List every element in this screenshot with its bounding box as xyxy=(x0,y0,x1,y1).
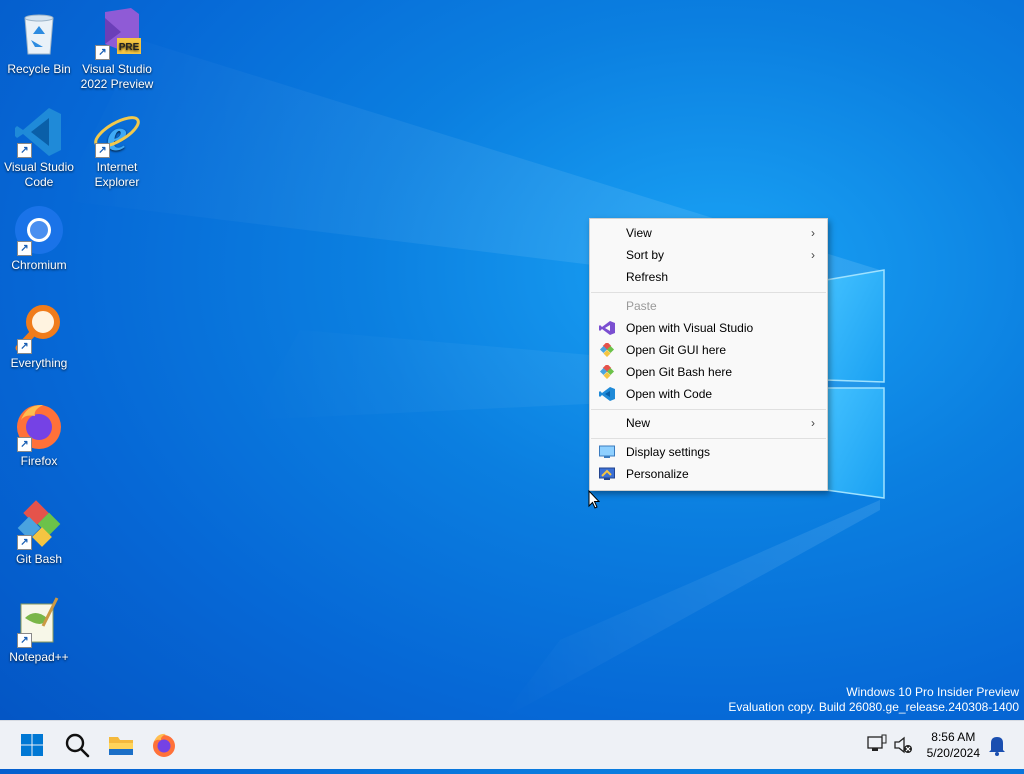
desktop-icon-label: Firefox xyxy=(20,454,58,468)
shortcut-arrow-icon: ↗ xyxy=(17,437,32,452)
shortcut-arrow-icon: ↗ xyxy=(17,535,32,550)
menu-item-new[interactable]: New › xyxy=(590,412,827,434)
desktop-icon-recycle-bin[interactable]: Recycle Bin xyxy=(1,6,77,77)
shortcut-arrow-icon: ↗ xyxy=(17,339,32,354)
menu-item-label: Open Git Bash here xyxy=(626,365,733,379)
clock-date: 5/20/2024 xyxy=(926,746,980,760)
desktop-icon-label: Git Bash xyxy=(15,552,63,566)
menu-item-view[interactable]: View › xyxy=(590,222,827,244)
desktop-icon-vscode[interactable]: ↗ Visual Studio Code xyxy=(1,104,77,190)
svg-text:PRE: PRE xyxy=(119,42,140,53)
search-button[interactable] xyxy=(61,729,93,761)
menu-item-paste: Paste xyxy=(590,295,827,317)
menu-item-label: Paste xyxy=(626,299,657,313)
menu-item-open-visual-studio[interactable]: Open with Visual Studio xyxy=(590,317,827,339)
firefox-icon xyxy=(153,733,175,757)
chevron-right-icon: › xyxy=(811,226,815,240)
menu-item-personalize[interactable]: Personalize xyxy=(590,463,827,485)
menu-item-label: New xyxy=(626,416,651,430)
menu-item-label: Display settings xyxy=(626,445,711,459)
menu-item-sort-by[interactable]: Sort by › xyxy=(590,244,827,266)
menu-item-label: Open with Code xyxy=(626,387,713,401)
clock-time: 8:56 AM xyxy=(931,730,976,744)
desktop-icon-label: Internet Explorer xyxy=(94,160,140,189)
shortcut-arrow-icon: ↗ xyxy=(95,143,110,158)
menu-item-label: View xyxy=(626,226,652,240)
chevron-right-icon: › xyxy=(811,248,815,262)
desktop-icon-label: Chromium xyxy=(11,258,67,272)
shortcut-arrow-icon: ↗ xyxy=(17,241,32,256)
network-icon xyxy=(867,734,887,751)
taskbar: 8:56 AM 5/20/2024 xyxy=(0,720,1024,769)
firefox-taskbar-button[interactable] xyxy=(148,729,180,761)
display-settings-icon xyxy=(599,445,615,458)
desktop-icon-label: Visual Studio Code xyxy=(4,160,74,189)
watermark-edition: Windows 10 Pro Insider Preview xyxy=(846,685,1019,699)
shortcut-arrow-icon: ↗ xyxy=(17,633,32,648)
start-button[interactable] xyxy=(16,729,48,761)
notification-bell-icon xyxy=(989,737,1005,756)
menu-item-open-with-code[interactable]: Open with Code xyxy=(590,383,827,405)
evaluation-watermark: Windows 10 Pro Insider Preview Evaluatio… xyxy=(728,685,1019,715)
recycle-bin-icon xyxy=(24,14,54,55)
desktop-icon-firefox[interactable]: ↗ Firefox xyxy=(1,398,77,469)
chevron-right-icon: › xyxy=(811,416,815,430)
watermark-build: Evaluation copy. Build 26080.ge_release.… xyxy=(728,700,1019,714)
menu-separator xyxy=(591,438,826,439)
desktop-icon-chromium[interactable]: ↗ Chromium xyxy=(1,202,77,273)
file-explorer-icon xyxy=(109,737,133,755)
git-gui-icon xyxy=(599,343,615,357)
desktop-icon-label: Everything xyxy=(10,356,68,370)
menu-item-open-git-gui[interactable]: Open Git GUI here xyxy=(590,339,827,361)
desktop-icon-label: Notepad++ xyxy=(9,650,69,664)
mouse-cursor-icon xyxy=(588,490,600,509)
menu-item-label: Sort by xyxy=(626,248,665,262)
volume-muted-icon xyxy=(894,736,912,754)
desktop-icon-label: Recycle Bin xyxy=(7,62,71,76)
desktop-icon-notepadpp[interactable]: ↗ Notepad++ xyxy=(1,594,77,665)
volume-tray-button[interactable] xyxy=(892,721,914,769)
menu-separator xyxy=(591,409,826,410)
menu-item-label: Personalize xyxy=(626,467,689,481)
personalize-icon xyxy=(599,467,615,480)
menu-item-display-settings[interactable]: Display settings xyxy=(590,441,827,463)
menu-item-label: Refresh xyxy=(626,270,669,284)
desktop-icon-label: Visual Studio 2022 Preview xyxy=(80,62,154,91)
taskbar-clock[interactable]: 8:56 AM 5/20/2024 xyxy=(927,729,980,761)
menu-item-label: Open Git GUI here xyxy=(626,343,727,357)
shortcut-arrow-icon: ↗ xyxy=(95,45,110,60)
search-icon xyxy=(65,733,90,758)
shortcut-arrow-icon: ↗ xyxy=(17,143,32,158)
menu-item-open-git-bash[interactable]: Open Git Bash here xyxy=(590,361,827,383)
desktop-icon-internet-explorer[interactable]: e ↗ Internet Explorer xyxy=(79,104,155,190)
desktop-context-menu: View › Sort by › Refresh Paste Open with… xyxy=(589,218,828,491)
file-explorer-button[interactable] xyxy=(105,729,137,761)
desktop-icon-git-bash[interactable]: ↗ Git Bash xyxy=(1,496,77,567)
notification-center-button[interactable] xyxy=(986,721,1008,769)
desktop-icon-everything[interactable]: ↗ Everything xyxy=(1,300,77,371)
start-icon xyxy=(21,734,43,756)
menu-item-label: Open with Visual Studio xyxy=(626,321,754,335)
desktop-icon-visual-studio-preview[interactable]: PRE ↗ Visual Studio 2022 Preview xyxy=(79,6,155,92)
git-bash-icon xyxy=(599,365,615,379)
menu-item-refresh[interactable]: Refresh xyxy=(590,266,827,288)
network-tray-button[interactable] xyxy=(866,721,888,769)
visual-studio-icon xyxy=(599,321,615,335)
vscode-icon xyxy=(599,387,615,401)
menu-separator xyxy=(591,292,826,293)
